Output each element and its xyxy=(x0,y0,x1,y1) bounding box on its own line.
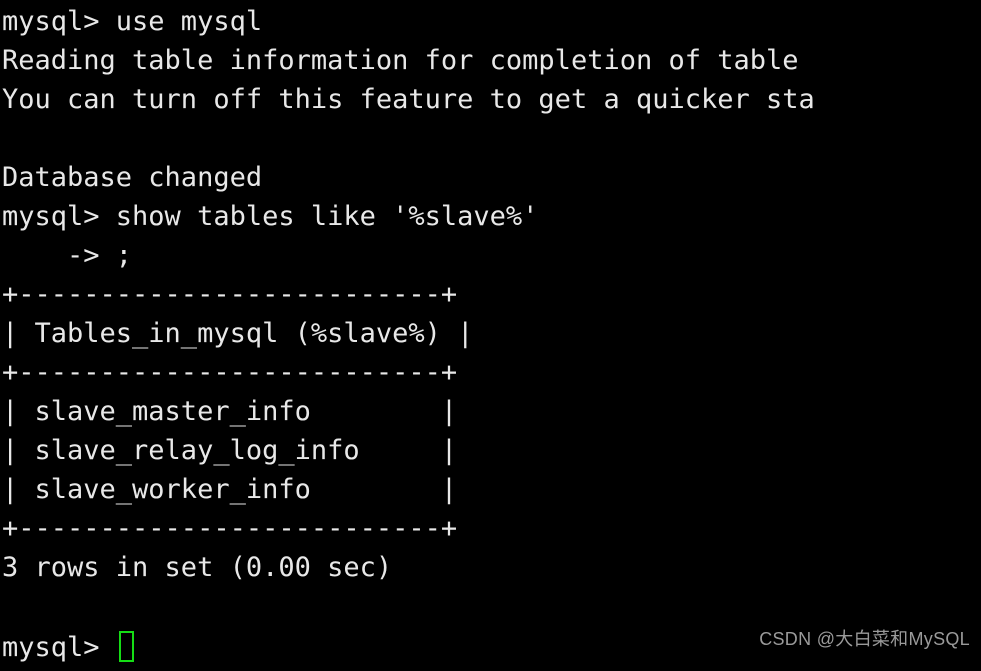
prompt-label: mysql> xyxy=(2,632,116,663)
terminal-line-reading-table-info: Reading table information for completion… xyxy=(2,45,799,76)
terminal-line-show-tables-command: mysql> show tables like '%slave%' xyxy=(2,201,539,232)
terminal-screen: mysql> use mysql Reading table informati… xyxy=(0,2,981,626)
command-prompt[interactable]: mysql> xyxy=(0,628,134,667)
terminal-line-use-mysql: mysql> use mysql xyxy=(2,6,263,37)
table-row: | slave_relay_log_info | xyxy=(2,435,458,466)
terminal-window[interactable]: mysql> use mysql Reading table informati… xyxy=(0,0,981,671)
query-result-status: 3 rows in set (0.00 sec) xyxy=(2,552,393,583)
text-cursor[interactable] xyxy=(118,631,134,662)
terminal-line-turn-off-feature: You can turn off this feature to get a q… xyxy=(2,84,815,115)
terminal-line-database-changed: Database changed xyxy=(2,162,263,193)
table-row: | slave_master_info | xyxy=(2,396,458,427)
watermark-label: CSDN @大白菜和MySQL xyxy=(759,629,970,649)
terminal-line-continuation-prompt: -> ; xyxy=(2,240,133,271)
table-border-bottom: +--------------------------+ xyxy=(2,513,458,544)
table-border-header-separator: +--------------------------+ xyxy=(2,357,458,388)
terminal-line-blank-1 xyxy=(0,119,981,158)
table-column-header-row: | Tables_in_mysql (%slave%) | xyxy=(2,318,474,349)
table-border-top: +--------------------------+ xyxy=(2,279,458,310)
table-row: | slave_worker_info | xyxy=(2,474,458,505)
